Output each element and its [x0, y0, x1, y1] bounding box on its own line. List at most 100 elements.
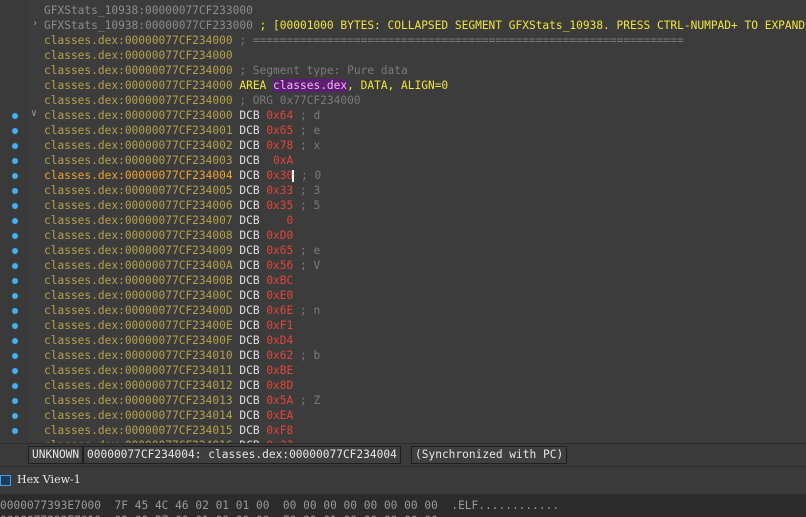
disasm-data-row[interactable]: classes.dex:00000077CF234001 DCB 0x65 ; … [44, 123, 320, 138]
operand[interactable]: 0xBE [266, 364, 293, 377]
operand[interactable]: 0x5A [266, 394, 293, 407]
disassembly-view[interactable]: › ∨ GFXStats_10938:00000077CF233000 GFXSta… [0, 0, 806, 443]
trace-dot-icon[interactable] [12, 248, 18, 254]
dcb-mnemonic: DCB [239, 229, 260, 242]
char-comment: ; b [300, 349, 321, 362]
disasm-header-line[interactable]: classes.dex:00000077CF234000 [44, 48, 233, 63]
operand[interactable]: 0x6E [266, 304, 293, 317]
hex-view[interactable]: 0000077393E7000 7F 45 4C 46 02 01 01 00 … [0, 494, 806, 517]
sync-status[interactable]: (Synchronized with PC) [411, 446, 568, 464]
disasm-data-row[interactable]: classes.dex:00000077CF23400C DCB 0xE0 [44, 288, 293, 303]
segment-name[interactable]: classes.dex [273, 79, 348, 92]
text-cursor [292, 170, 295, 182]
disasm-data-row[interactable]: classes.dex:00000077CF23400B DCB 0xBC [44, 273, 293, 288]
line-address: classes.dex:00000077CF234007 [44, 214, 233, 227]
hex-bytes[interactable]: 7F 45 4C 46 02 01 01 00 00 00 00 00 00 0… [115, 499, 438, 512]
disasm-header-line[interactable]: classes.dex:00000077CF234000 AREA classe… [44, 78, 448, 93]
trace-dot-icon[interactable] [12, 413, 18, 419]
trace-dot-icon[interactable] [12, 233, 18, 239]
operand[interactable]: 0xBC [266, 274, 293, 287]
trace-dot-icon[interactable] [12, 308, 18, 314]
line-address: classes.dex:00000077CF234012 [44, 379, 233, 392]
trace-dot-icon[interactable] [12, 383, 18, 389]
disasm-data-row[interactable]: classes.dex:00000077CF234002 DCB 0x78 ; … [44, 138, 320, 153]
hex-view-title-bar[interactable]: Hex View-1 [0, 466, 806, 495]
disasm-header-line[interactable]: classes.dex:00000077CF234000 ; =========… [44, 33, 684, 48]
char-comment: ; V [300, 259, 321, 272]
disasm-data-row[interactable]: classes.dex:00000077CF234007 DCB 0 [44, 213, 293, 228]
trace-dot-icon[interactable] [12, 158, 18, 164]
operand[interactable]: 0xF1 [266, 319, 293, 332]
trace-dot-icon[interactable] [12, 353, 18, 359]
disassembly-status-bar: UNKNOWN 00000077CF234004: classes.dex:00… [0, 443, 806, 466]
trace-dot-icon[interactable] [12, 323, 18, 329]
operand[interactable]: 0x65 [266, 124, 293, 137]
disasm-data-row[interactable]: classes.dex:00000077CF234012 DCB 0x8D [44, 378, 293, 393]
disasm-data-row[interactable]: classes.dex:00000077CF234000 DCB 0x64 ; … [44, 108, 320, 123]
trace-dot-icon[interactable] [12, 113, 18, 119]
trace-dot-icon[interactable] [12, 143, 18, 149]
operand[interactable]: 0xEA [266, 409, 293, 422]
disasm-data-row[interactable]: classes.dex:00000077CF234006 DCB 0x35 ; … [44, 198, 320, 213]
disasm-data-row[interactable]: classes.dex:00000077CF234004 DCB 0x30 ; … [44, 168, 321, 183]
disasm-data-row[interactable]: classes.dex:00000077CF23400E DCB 0xF1 [44, 318, 293, 333]
disasm-data-row[interactable]: classes.dex:00000077CF234011 DCB 0xBE [44, 363, 293, 378]
disasm-data-row[interactable]: classes.dex:00000077CF234003 DCB 0xA [44, 153, 293, 168]
disasm-data-row[interactable]: classes.dex:00000077CF234014 DCB 0xEA [44, 408, 293, 423]
trace-dot-icon[interactable] [12, 278, 18, 284]
operand[interactable]: 0x78 [266, 139, 293, 152]
operand[interactable]: 0xD0 [266, 229, 293, 242]
operand[interactable]: 0x33 [266, 184, 293, 197]
line-address: classes.dex:00000077CF23400D [44, 304, 233, 317]
trace-dot-icon[interactable] [12, 338, 18, 344]
disasm-data-row[interactable]: classes.dex:00000077CF234008 DCB 0xD0 [44, 228, 293, 243]
trace-dot-icon[interactable] [12, 368, 18, 374]
operand[interactable]: 0x64 [266, 109, 293, 122]
disasm-data-row[interactable]: classes.dex:00000077CF234005 DCB 0x33 ; … [44, 183, 320, 198]
disasm-header-line[interactable]: GFXStats_10938:00000077CF233000 [44, 3, 253, 18]
operand[interactable]: 0x62 [266, 349, 293, 362]
line-address: classes.dex:00000077CF234010 [44, 349, 233, 362]
trace-dot-icon[interactable] [12, 128, 18, 134]
dcb-mnemonic: DCB [239, 289, 260, 302]
operand[interactable]: 0x65 [266, 244, 293, 257]
disasm-header-line[interactable]: classes.dex:00000077CF234000 ; Segment t… [44, 63, 408, 78]
trace-dot-icon[interactable] [12, 428, 18, 434]
disasm-data-row[interactable]: classes.dex:00000077CF23400D DCB 0x6E ; … [44, 303, 320, 318]
disasm-data-row[interactable]: classes.dex:00000077CF234010 DCB 0x62 ; … [44, 348, 320, 363]
operand[interactable]: 0xA [266, 154, 293, 167]
line-address: classes.dex:00000077CF23400A [44, 259, 233, 272]
trace-dot-icon[interactable] [12, 263, 18, 269]
breakpoint-gutter[interactable]: › ∨ [0, 0, 38, 443]
char-comment: ; Z [300, 394, 321, 407]
dcb-mnemonic: DCB [239, 169, 260, 182]
disasm-data-row[interactable]: classes.dex:00000077CF23400F DCB 0xD4 [44, 333, 293, 348]
trace-dot-icon[interactable] [12, 188, 18, 194]
trace-dot-icon[interactable] [12, 293, 18, 299]
char-comment: ; 0 [301, 169, 322, 182]
disasm-header-line[interactable]: GFXStats_10938:00000077CF233000 ; [00001… [44, 18, 806, 33]
hex-address: 0000077393E7000 [0, 499, 102, 512]
disasm-data-row[interactable]: classes.dex:00000077CF234013 DCB 0x5A ; … [44, 393, 320, 408]
hex-row[interactable]: 0000077393E7000 7F 45 4C 46 02 01 01 00 … [0, 498, 559, 513]
trace-dot-icon[interactable] [12, 173, 18, 179]
operand[interactable]: 0 [266, 214, 294, 227]
trace-dot-icon[interactable] [12, 398, 18, 404]
expand-arrow-icon[interactable]: ∨ [31, 108, 37, 119]
operand[interactable]: 0xE0 [266, 289, 293, 302]
operand[interactable]: 0xD4 [266, 334, 293, 347]
collapse-arrow-icon[interactable]: › [32, 18, 38, 29]
operand[interactable]: 0x30 [266, 169, 295, 182]
operand[interactable]: 0xF8 [266, 424, 293, 437]
disasm-data-row[interactable]: classes.dex:00000077CF23400A DCB 0x56 ; … [44, 258, 320, 273]
trace-dot-icon[interactable] [12, 203, 18, 209]
operand[interactable]: 0x8D [266, 379, 293, 392]
disasm-header-line[interactable]: classes.dex:00000077CF234000 ; ORG 0x77C… [44, 93, 361, 108]
operand[interactable]: 0x56 [266, 259, 293, 272]
disasm-data-row[interactable]: classes.dex:00000077CF234009 DCB 0x65 ; … [44, 243, 320, 258]
hex-row[interactable]: 0000077393E7010 03 00 B7 00 01 00 00 00 … [0, 513, 451, 517]
operand[interactable]: 0x35 [266, 199, 293, 212]
disasm-data-row[interactable]: classes.dex:00000077CF234015 DCB 0xF8 [44, 423, 293, 438]
trace-dot-icon[interactable] [12, 218, 18, 224]
gutter-line [14, 3, 16, 18]
